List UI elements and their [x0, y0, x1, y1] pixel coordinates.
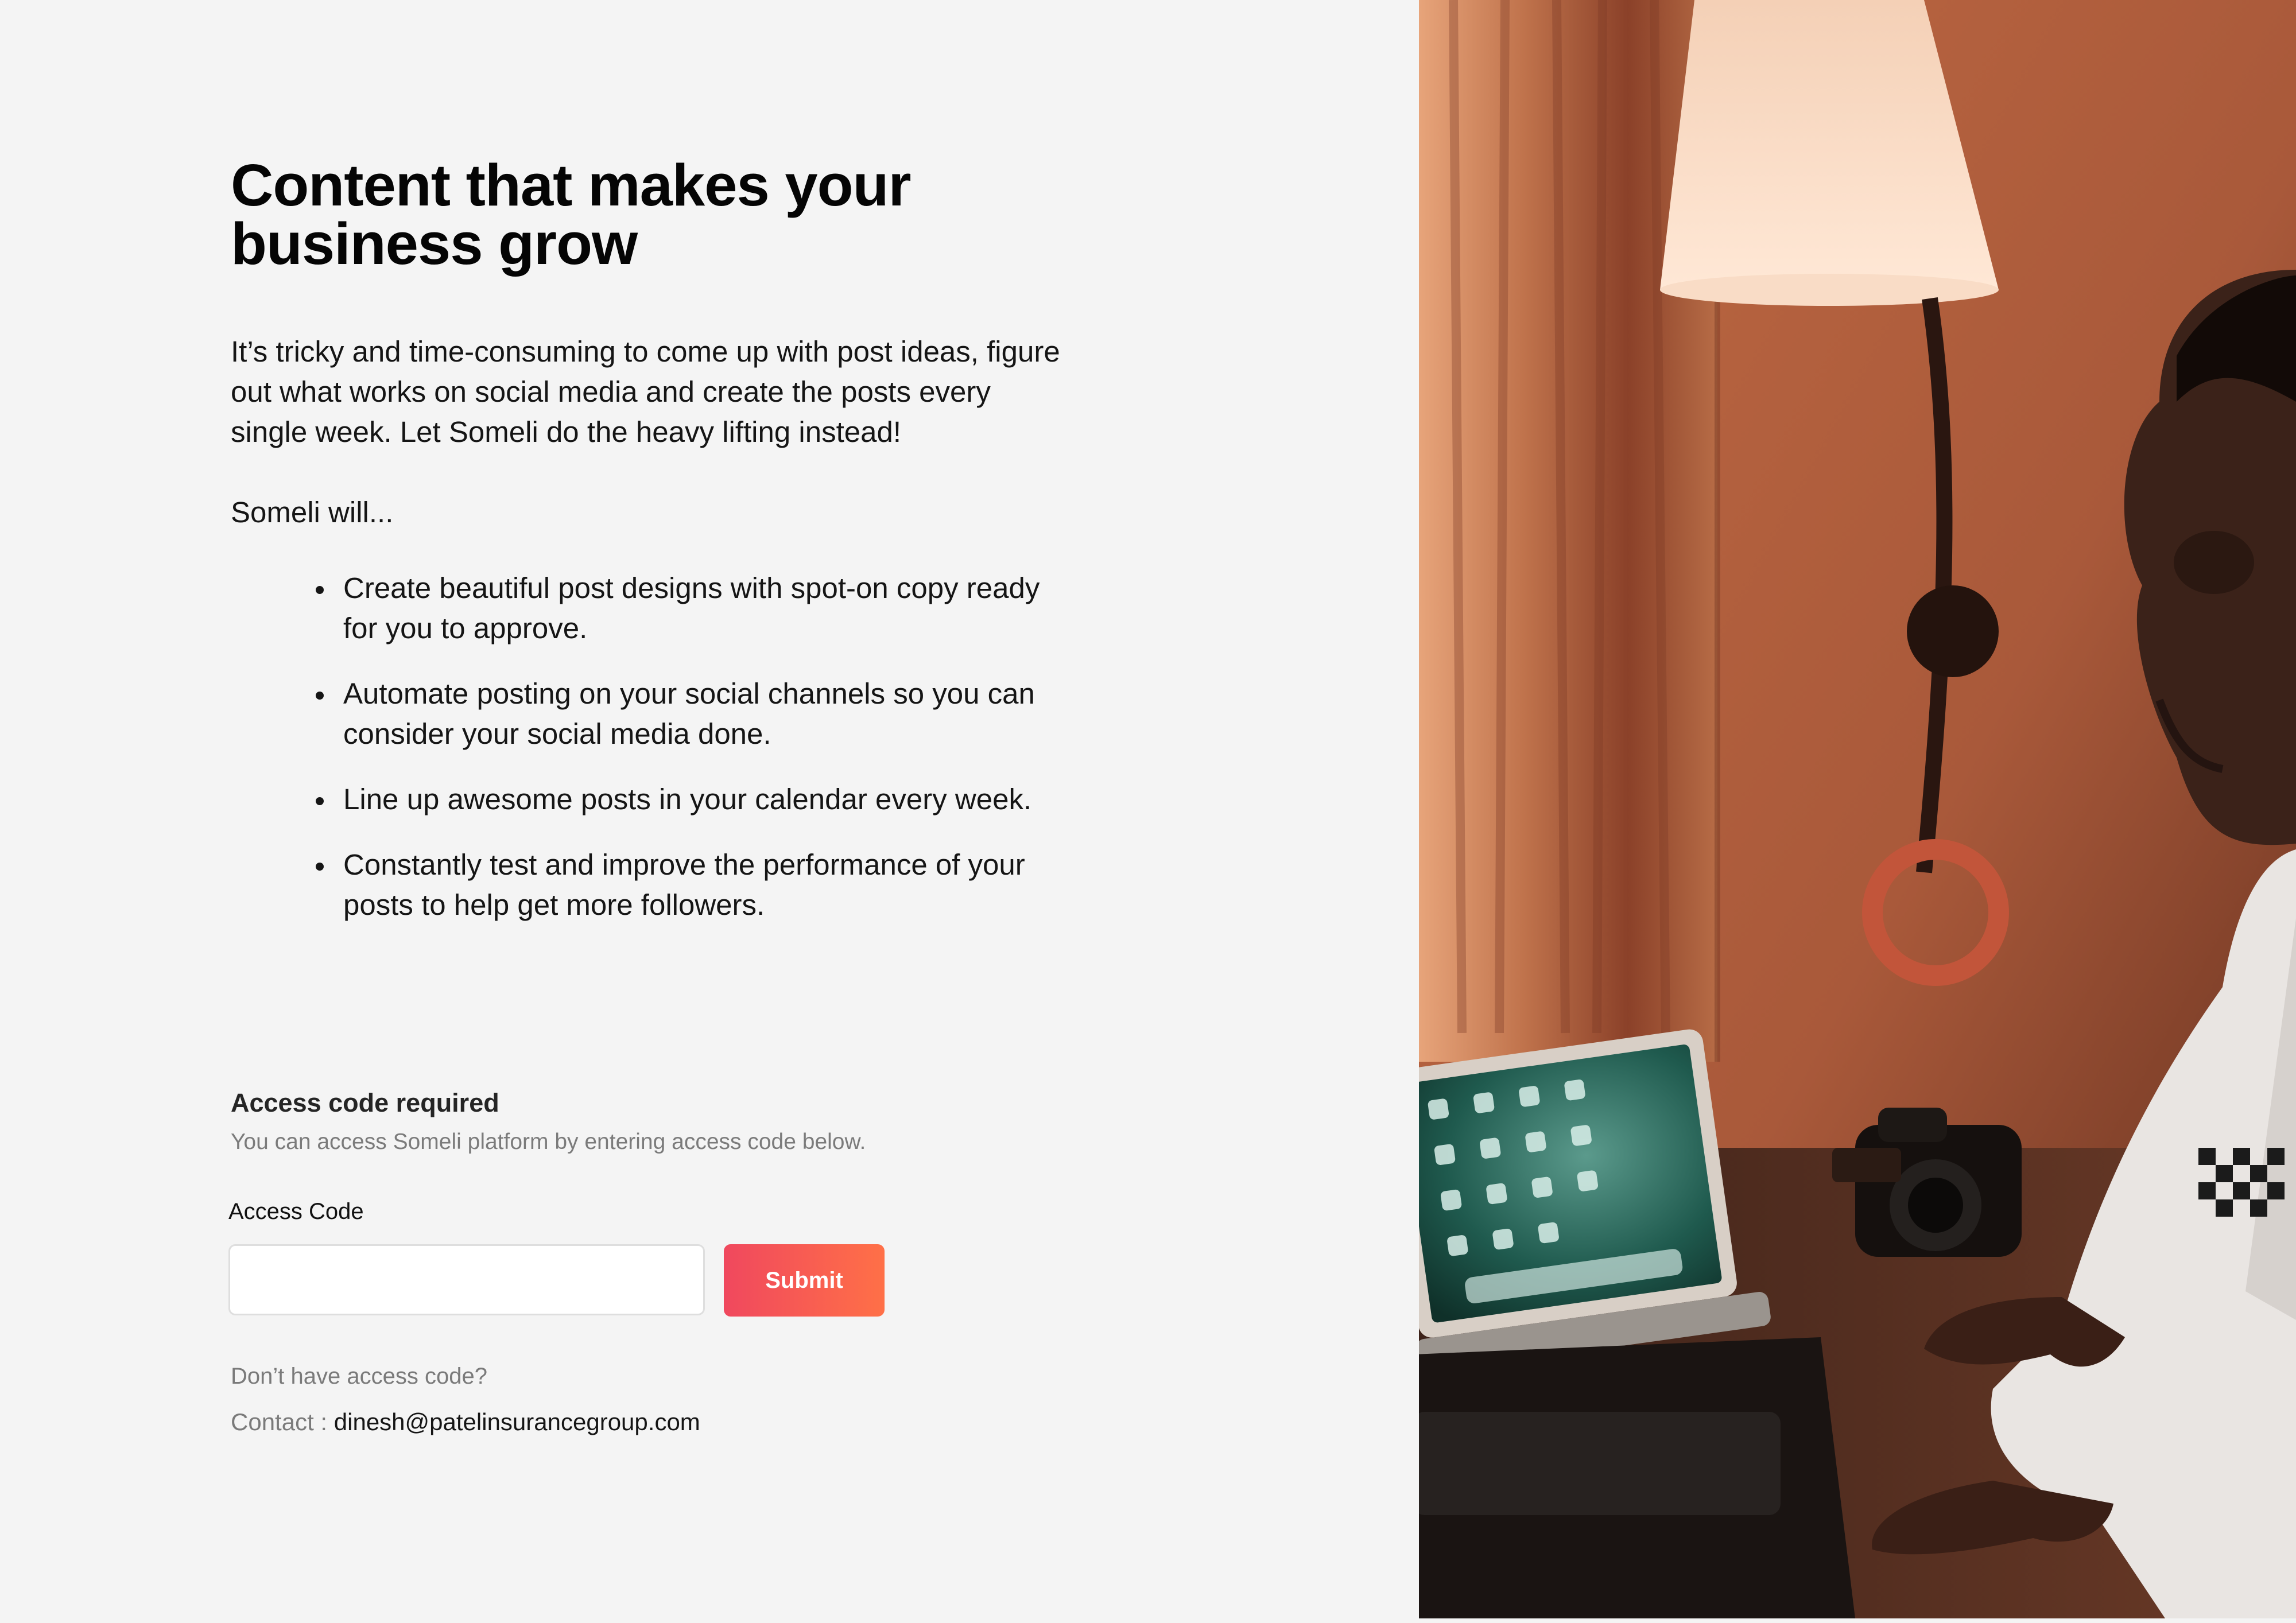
feature-item: Line up awesome posts in your calendar e…: [316, 779, 1061, 820]
feature-text: Constantly test and improve the performa…: [343, 848, 1025, 921]
access-heading: Access code required: [231, 1088, 499, 1117]
feature-text: Create beautiful post designs with spot-…: [343, 572, 1040, 644]
contact-line: Contact : dinesh@patelinsurancegroup.com: [231, 1407, 700, 1437]
feature-list: Create beautiful post designs with spot-…: [316, 568, 1061, 950]
someli-will-label: Someli will...: [231, 496, 394, 529]
person-with-laptop-photo: [1419, 0, 2296, 1618]
content-panel: Content that makes your business grow It…: [0, 0, 1419, 1623]
intro-paragraph: It’s tricky and time-consuming to come u…: [231, 335, 1060, 448]
feature-item: Automate posting on your social channels…: [316, 674, 1061, 754]
access-code-input[interactable]: [228, 1244, 705, 1315]
submit-button[interactable]: Submit: [724, 1244, 885, 1317]
feature-item: Create beautiful post designs with spot-…: [316, 568, 1061, 649]
feature-text: Automate posting on your social channels…: [343, 677, 1035, 750]
bullet-icon: [316, 797, 324, 805]
hero-photo: [1419, 0, 2296, 1618]
access-subheading: You can access Someli platform by enteri…: [231, 1129, 866, 1154]
contact-email-link[interactable]: dinesh@patelinsurancegroup.com: [334, 1408, 700, 1435]
page-title: Content that makes your business grow: [231, 152, 912, 277]
contact-label: Contact :: [231, 1408, 334, 1435]
feature-item: Constantly test and improve the performa…: [316, 845, 1061, 925]
feature-text: Line up awesome posts in your calendar e…: [343, 783, 1032, 816]
bullet-icon: [316, 692, 324, 700]
no-access-code-text: Don’t have access code?: [231, 1364, 487, 1389]
bullet-icon: [316, 586, 324, 594]
bullet-icon: [316, 863, 324, 871]
access-code-label: Access Code: [228, 1199, 364, 1224]
